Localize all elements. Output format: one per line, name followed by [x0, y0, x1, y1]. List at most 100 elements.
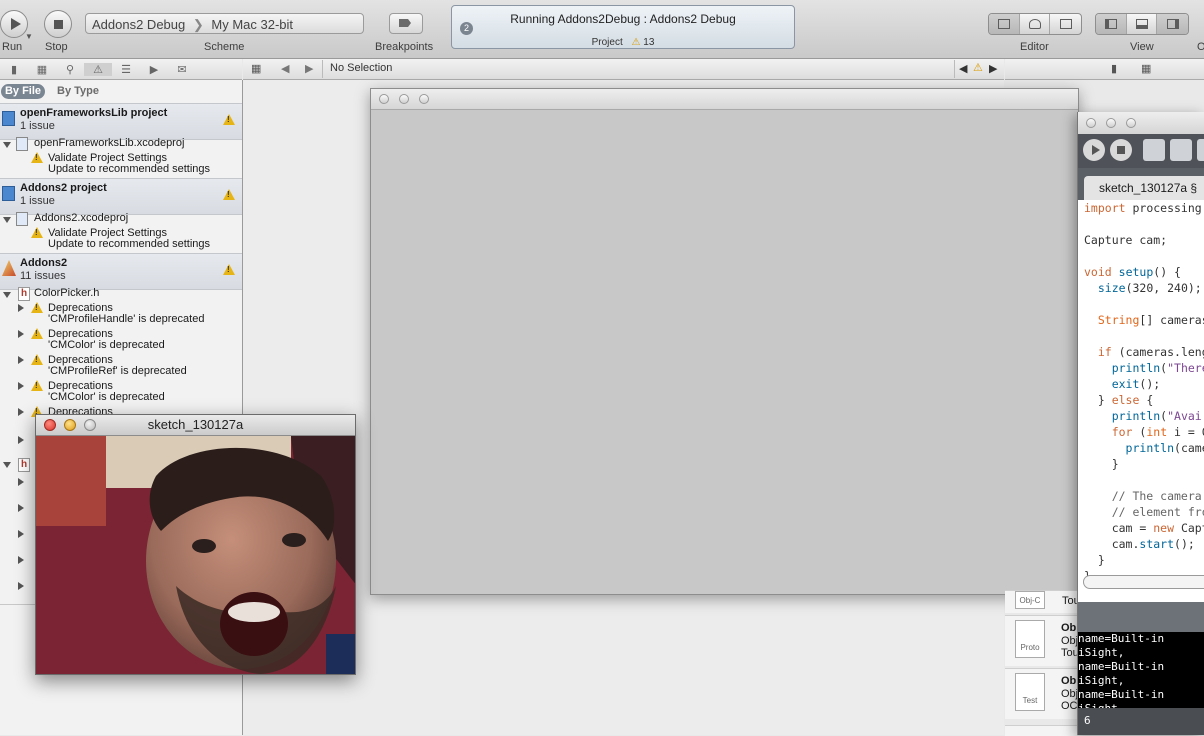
close-button[interactable] — [1086, 118, 1096, 128]
assistant-editor-button[interactable] — [1020, 14, 1051, 34]
version-editor-button[interactable] — [1050, 14, 1081, 34]
by-file-tab[interactable]: By File — [1, 84, 45, 99]
save-button[interactable] — [1197, 139, 1204, 161]
window-titlebar[interactable] — [1078, 112, 1204, 134]
disclosure-triangle-icon[interactable] — [18, 504, 24, 512]
disclosure-triangle-icon[interactable] — [3, 217, 11, 223]
library-item[interactable]: Proto Ob Obj Tou — [1005, 615, 1079, 666]
disclosure-triangle-icon[interactable] — [18, 382, 24, 390]
breakpoint-navigator-icon[interactable]: ▶ — [140, 63, 168, 76]
issue-group-addons2-project[interactable]: Addons2 project 1 issue — [0, 178, 242, 215]
run-button[interactable] — [0, 10, 28, 38]
issue-row[interactable]: Deprecations 'CMProfileRef' is deprecate… — [0, 354, 242, 380]
file-row[interactable]: h ColorPicker.h — [0, 287, 242, 303]
log-navigator-icon[interactable]: ✉ — [168, 63, 196, 76]
stop-button[interactable] — [44, 10, 72, 38]
issue-row[interactable]: Deprecations 'CMProfileHandle' is deprec… — [0, 302, 242, 328]
related-items-icon[interactable]: ▦ — [251, 62, 261, 75]
disclosure-triangle-icon[interactable] — [18, 582, 24, 590]
code-line: } — [1084, 457, 1119, 471]
library-item-title: Ob — [1061, 622, 1077, 634]
run-label: Run — [2, 41, 23, 53]
issue-navigator-icon[interactable]: ⚠ — [84, 62, 112, 76]
xcodeproj-icon — [16, 212, 28, 226]
next-issue-icon[interactable]: ▶ — [989, 62, 997, 75]
activity-viewer[interactable]: 2 Running Addons2Debug : Addons2 Debug P… — [451, 5, 795, 49]
disclosure-triangle-icon[interactable] — [18, 330, 24, 338]
issue-detail: Update to recommended settings — [48, 163, 211, 175]
camera-feed-image — [36, 436, 355, 674]
new-sketch-button[interactable] — [1143, 139, 1165, 161]
toggle-navigator-button[interactable] — [1096, 14, 1127, 34]
scheme-destination[interactable]: My Mac 32-bit — [211, 17, 293, 32]
issue-group-openframeworkslib[interactable]: openFrameworksLib project 1 issue — [0, 103, 242, 140]
run-sketch-button[interactable] — [1083, 139, 1105, 161]
sketch-tab[interactable]: sketch_130127a § — [1084, 176, 1204, 200]
no-selection-label[interactable]: No Selection — [330, 62, 392, 74]
play-icon — [1091, 145, 1100, 155]
debug-navigator-icon[interactable]: ☰ — [112, 63, 140, 76]
toggle-utilities-button[interactable] — [1157, 14, 1188, 34]
scheme-target[interactable]: Addons2 Debug — [92, 17, 185, 32]
library-item[interactable] — [1005, 725, 1077, 736]
file-name: openFrameworksLib.xcodeproj — [34, 137, 185, 149]
quick-help-icon[interactable]: ▦ — [1141, 62, 1151, 75]
stop-label: Stop — [45, 41, 68, 53]
back-arrow-icon[interactable]: ◀ — [281, 62, 289, 75]
breakpoints-button[interactable] — [389, 13, 423, 34]
run-menu-arrow-icon[interactable]: ▼ — [25, 32, 33, 41]
disclosure-triangle-icon[interactable] — [18, 478, 24, 486]
issue-group-addons2[interactable]: Addons2 11 issues — [0, 253, 242, 290]
close-button[interactable] — [379, 94, 389, 104]
horizontal-scrollbar[interactable] — [1083, 575, 1204, 589]
by-type-tab[interactable]: By Type — [57, 84, 117, 99]
objc-file-icon: Obj-C — [1015, 591, 1045, 609]
blank-window — [370, 88, 1079, 595]
disclosure-triangle-icon[interactable] — [18, 436, 24, 444]
export-button[interactable] — [1170, 139, 1192, 161]
toggle-debug-area-button[interactable] — [1127, 14, 1158, 34]
group-name: Addons2 project — [20, 182, 107, 194]
disclosure-triangle-icon[interactable] — [18, 530, 24, 538]
zoom-button[interactable] — [1126, 118, 1136, 128]
file-row[interactable]: Addons2.xcodeproj Validate Project Setti… — [0, 212, 242, 250]
issue-detail: Update to recommended settings — [48, 238, 211, 250]
library-item[interactable]: Test Ob Obj OC — [1005, 668, 1078, 719]
scheme-popup[interactable]: Addons2 Debug ❯ My Mac 32-bit — [85, 13, 364, 34]
disclosure-triangle-icon[interactable] — [3, 462, 11, 468]
standard-editor-button[interactable] — [989, 14, 1020, 34]
inspector-selector-bar: ▮ ▦ — [1005, 59, 1204, 80]
disclosure-triangle-icon[interactable] — [3, 142, 11, 148]
window-titlebar[interactable]: sketch_130127a — [36, 415, 355, 436]
project-navigator-icon[interactable]: ▮ — [0, 63, 28, 76]
issue-detail: 'CMColor' is deprecated — [48, 391, 165, 403]
warning-icon — [31, 302, 43, 313]
disclosure-triangle-icon[interactable] — [18, 408, 24, 416]
code-line: void setup() { — [1084, 265, 1181, 279]
minimize-button[interactable] — [1106, 118, 1116, 128]
disclosure-triangle-icon[interactable] — [18, 356, 24, 364]
minimize-button[interactable] — [399, 94, 409, 104]
stop-sketch-button[interactable] — [1110, 139, 1132, 161]
forward-arrow-icon[interactable]: ▶ — [305, 62, 313, 75]
group-issue-count: 11 issues — [20, 270, 66, 282]
issue-detail: 'CMProfileHandle' is deprecated — [48, 313, 205, 325]
file-inspector-icon[interactable]: ▮ — [1111, 62, 1117, 75]
group-issue-count: 1 issue — [20, 195, 55, 207]
disclosure-triangle-icon[interactable] — [18, 556, 24, 564]
issue-row[interactable]: Deprecations 'CMColor' is deprecated — [0, 380, 242, 406]
warning-icon — [223, 114, 235, 125]
zoom-button[interactable] — [419, 94, 429, 104]
issue-row[interactable]: Deprecations 'CMColor' is deprecated — [0, 328, 242, 354]
library-item-title: Ob — [1061, 675, 1077, 687]
disclosure-triangle-icon[interactable] — [3, 292, 11, 298]
search-navigator-icon[interactable]: ⚲ — [56, 63, 84, 76]
window-titlebar[interactable] — [371, 89, 1078, 110]
disclosure-triangle-icon[interactable] — [18, 304, 24, 312]
file-row[interactable]: openFrameworksLib.xcodeproj Validate Pro… — [0, 137, 242, 175]
previous-issue-icon[interactable]: ◀ — [959, 62, 967, 75]
code-line: } else { — [1084, 393, 1154, 407]
symbol-navigator-icon[interactable]: ▦ — [28, 63, 56, 76]
library-item[interactable]: Obj-C Tou — [1005, 590, 1080, 613]
